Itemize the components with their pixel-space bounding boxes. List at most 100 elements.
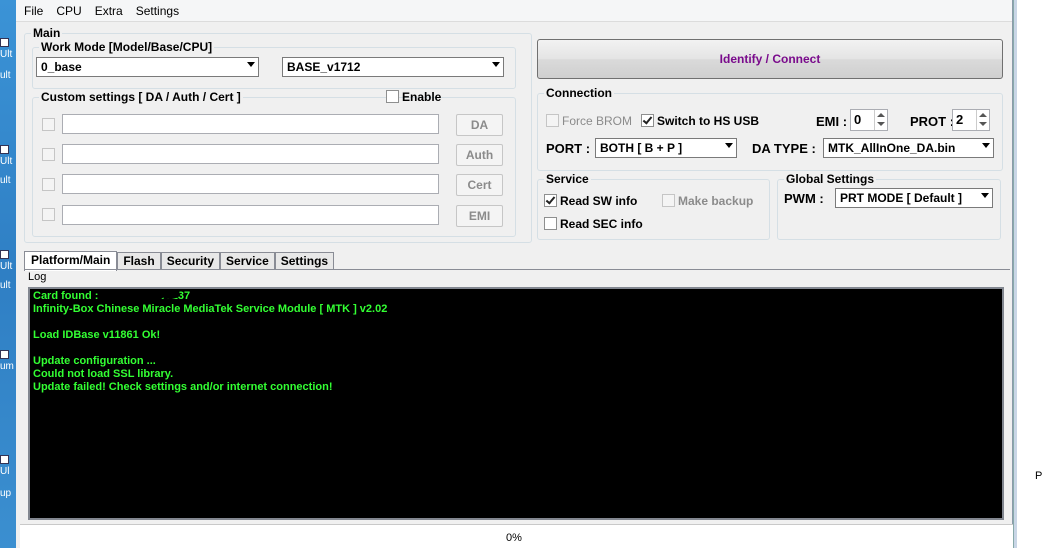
global-settings-title: Global Settings	[784, 172, 877, 186]
window-border	[1013, 0, 1017, 548]
pwm-select-value: PRT MODE [ Default ]	[840, 191, 962, 205]
port-select-value: BOTH [ B + P ]	[600, 141, 683, 155]
connection-title: Connection	[544, 86, 614, 100]
menu-bar: File CPU Extra Settings	[16, 0, 1012, 22]
hs-usb-label: Switch to HS USB	[657, 114, 760, 128]
prot-value: 2	[956, 112, 964, 127]
cert-path-field[interactable]	[62, 174, 439, 194]
model-select-value: 0_base	[41, 60, 82, 74]
emi-checkbox[interactable]	[42, 208, 55, 221]
enable-label: Enable	[402, 90, 442, 104]
log-line: Infinity-Box Chinese Miracle MediaTek Se…	[33, 303, 388, 315]
identify-connect-button[interactable]: Identify / Connect	[537, 39, 1003, 79]
da-type-label: DA TYPE :	[752, 141, 816, 156]
cert-checkbox[interactable]	[42, 178, 55, 191]
chevron-down-icon	[492, 62, 500, 67]
desktop-shortcut-icon[interactable]: Ult	[0, 250, 14, 272]
tab-security[interactable]: Security	[160, 252, 221, 270]
arrow-down-icon	[979, 122, 987, 126]
read-sec-checkbox[interactable]	[544, 217, 557, 230]
base-select[interactable]: BASE_v1712	[282, 57, 504, 77]
log-line: Load IDBase v11861 Ok!	[33, 329, 161, 341]
connection-group: Connection	[537, 86, 1003, 171]
make-backup-checkbox[interactable]	[662, 194, 675, 207]
read-sw-label: Read SW info	[560, 194, 638, 208]
da-button[interactable]: DA	[456, 114, 503, 136]
custom-settings-title: Custom settings [ DA / Auth / Cert ]	[39, 90, 243, 104]
desktop-shortcut-icon[interactable]: um	[0, 350, 14, 372]
desktop-shortcut-label: ult	[0, 70, 11, 81]
log-line: Update failed! Check settings and/or int…	[33, 381, 333, 393]
pwm-select[interactable]: PRT MODE [ Default ]	[835, 188, 993, 208]
cert-button[interactable]: Cert	[456, 174, 503, 196]
app-window: File CPU Extra Settings Main Work Mode […	[16, 0, 1013, 548]
checkmark-icon	[642, 114, 653, 125]
tab-platform-main[interactable]: Platform/Main	[24, 251, 118, 271]
menu-settings[interactable]: Settings	[136, 4, 179, 18]
force-brom-checkbox[interactable]	[546, 114, 559, 127]
emi-path-field[interactable]	[62, 205, 439, 225]
port-select[interactable]: BOTH [ B + P ]	[595, 138, 737, 158]
log-console[interactable]: Card found : , v0137 Infinity-Box Chines…	[28, 287, 1004, 520]
menu-cpu[interactable]: CPU	[56, 4, 81, 18]
status-bar: 0%	[20, 524, 1013, 548]
read-sw-checkbox[interactable]	[544, 194, 557, 207]
arrow-down-icon	[877, 122, 885, 126]
desktop-text: Pr	[1035, 470, 1043, 482]
emi-button[interactable]: EMI	[456, 205, 503, 227]
emi-label: EMI :	[816, 114, 848, 129]
model-select[interactable]: 0_base	[36, 57, 259, 77]
emi-spinner[interactable]: 0	[850, 109, 888, 131]
da-type-select-value: MTK_AllInOne_DA.bin	[828, 141, 956, 155]
enable-checkbox[interactable]	[386, 90, 399, 103]
arrow-up-icon	[877, 113, 885, 117]
tab-flash[interactable]: Flash	[117, 252, 161, 270]
checkmark-icon	[545, 194, 556, 205]
work-mode-title: Work Mode [Model/Base/CPU]	[39, 40, 215, 54]
desktop-shortcut-icon[interactable]: Ult	[0, 38, 14, 60]
desktop-shortcut-label: up	[0, 488, 12, 499]
desktop-shortcut-label: ult	[0, 175, 11, 186]
prot-spinner[interactable]: 2	[952, 109, 990, 131]
progress-percent: 0%	[506, 532, 522, 544]
force-brom-label: Force BROM	[562, 114, 633, 128]
auth-button[interactable]: Auth	[456, 144, 503, 166]
tab-strip: Platform/Main Flash Security Service Set…	[24, 251, 335, 271]
chevron-down-icon	[981, 193, 989, 198]
port-label: PORT :	[546, 141, 591, 156]
desktop-shortcut-label: ult	[0, 280, 11, 291]
make-backup-label: Make backup	[678, 194, 754, 208]
service-title: Service	[544, 172, 591, 186]
da-path-field[interactable]	[62, 114, 439, 134]
tab-service[interactable]: Service	[220, 252, 275, 270]
desktop-shortcut-icon[interactable]: Ult	[0, 145, 14, 167]
read-sec-label: Read SEC info	[560, 217, 643, 231]
main-group-title: Main	[31, 26, 63, 40]
menu-extra[interactable]: Extra	[95, 4, 123, 18]
base-select-value: BASE_v1712	[287, 60, 361, 74]
log-label: Log	[28, 271, 47, 283]
auth-checkbox[interactable]	[42, 148, 55, 161]
arrow-up-icon	[979, 113, 987, 117]
tab-divider	[24, 269, 1010, 270]
da-type-select[interactable]: MTK_AllInOne_DA.bin	[823, 138, 994, 158]
pwm-label: PWM :	[784, 191, 824, 206]
hs-usb-checkbox[interactable]	[641, 114, 654, 127]
tab-settings[interactable]: Settings	[274, 252, 335, 270]
emi-value: 0	[854, 112, 862, 127]
desktop-right-edge: Pr	[1013, 0, 1043, 548]
spinner-arrows[interactable]	[976, 110, 989, 130]
desktop-left-edge: Ult ult Ult ult Ult ult um Ul up	[0, 0, 16, 548]
da-checkbox[interactable]	[42, 118, 55, 131]
chevron-down-icon	[982, 143, 990, 148]
auth-path-field[interactable]	[62, 144, 439, 164]
chevron-down-icon	[725, 143, 733, 148]
log-line: Could not load SSL library.	[33, 368, 174, 380]
menu-file[interactable]: File	[24, 4, 43, 18]
spinner-arrows[interactable]	[874, 110, 887, 130]
desktop-shortcut-icon[interactable]: Ul	[0, 455, 14, 477]
redaction-mark	[128, 289, 164, 302]
log-line: Update configuration ...	[33, 355, 156, 367]
